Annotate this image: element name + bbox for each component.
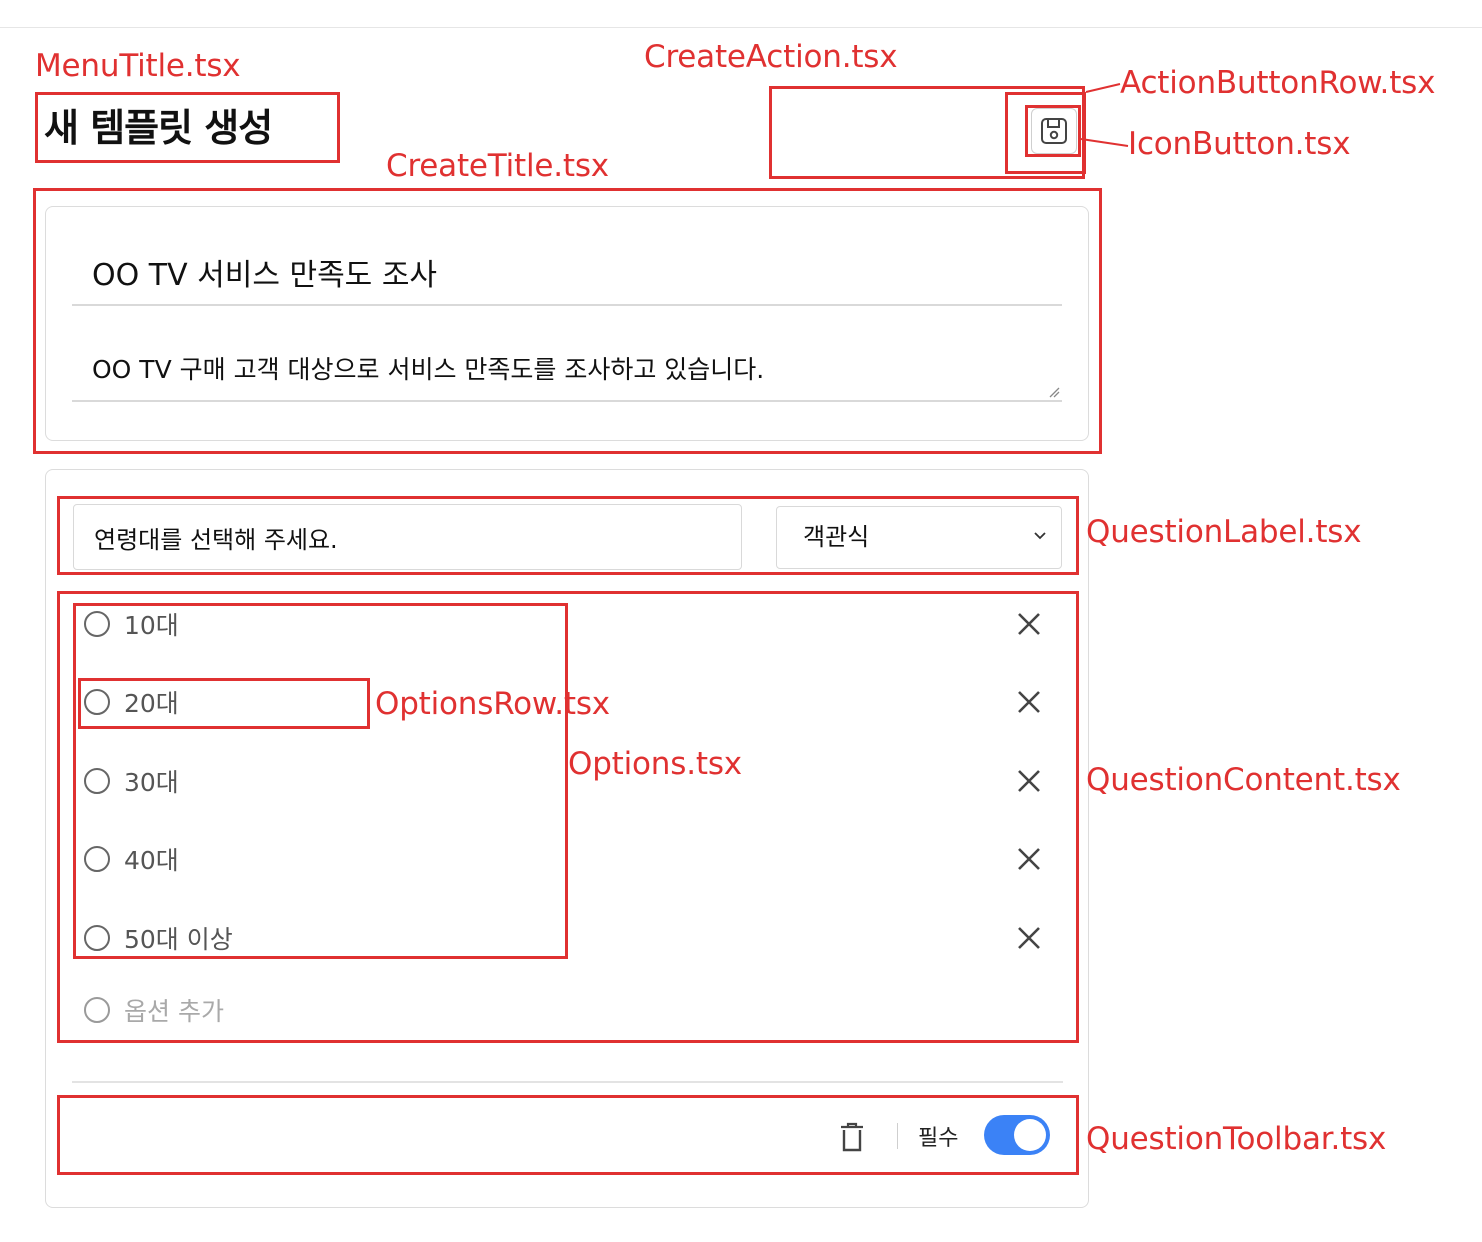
annotation-label-action-button-row: ActionButtonRow.tsx bbox=[1120, 65, 1436, 101]
annotation-box-create-title bbox=[33, 188, 1102, 454]
annotation-label-options: Options.tsx bbox=[568, 746, 742, 782]
annotation-label-create-title: CreateTitle.tsx bbox=[386, 148, 609, 184]
toolbar-divider bbox=[72, 1081, 1063, 1083]
top-divider bbox=[0, 27, 1482, 28]
annotation-label-icon-button: IconButton.tsx bbox=[1128, 126, 1351, 162]
annotation-box-options bbox=[73, 603, 568, 959]
annotation-box-menu-title bbox=[35, 92, 340, 163]
annotation-label-menu-title: MenuTitle.tsx bbox=[35, 48, 241, 84]
annotation-box-question-toolbar bbox=[57, 1095, 1079, 1175]
annotation-label-question-content: QuestionContent.tsx bbox=[1086, 762, 1401, 798]
annotation-box-options-row bbox=[78, 678, 370, 729]
annotation-label-question-label: QuestionLabel.tsx bbox=[1086, 514, 1362, 550]
annotation-label-options-row: OptionsRow.tsx bbox=[375, 686, 610, 722]
annotation-label-question-toolbar: QuestionToolbar.tsx bbox=[1086, 1121, 1387, 1157]
annotation-box-question-label bbox=[57, 496, 1079, 575]
annotation-label-create-action: CreateAction.tsx bbox=[644, 39, 898, 75]
annotation-box-icon-button bbox=[1025, 105, 1081, 157]
